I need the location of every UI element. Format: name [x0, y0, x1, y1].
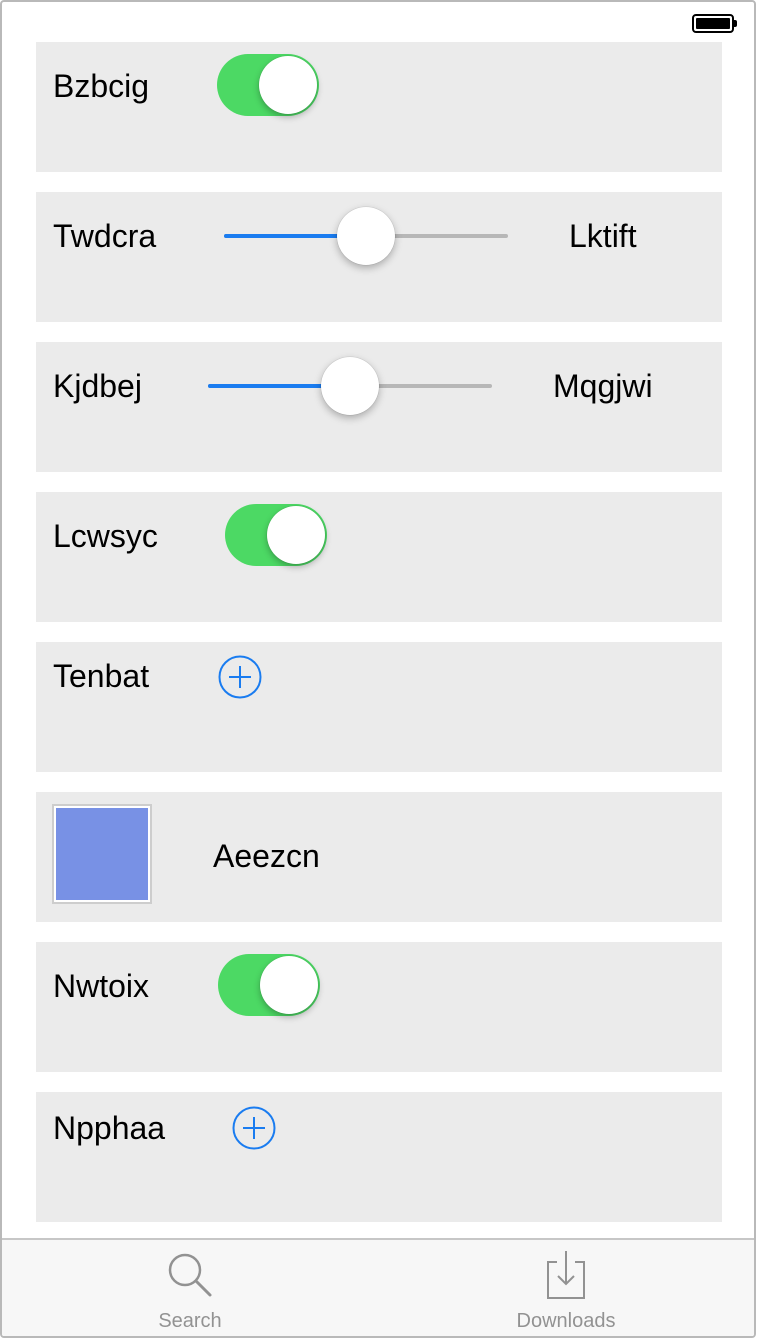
download-icon — [547, 1251, 585, 1299]
row-tenbat: Tenbat — [36, 642, 722, 772]
row-label: Bzbcig — [53, 68, 150, 104]
row-label: Kjdbej — [53, 368, 142, 404]
value-slider[interactable] — [208, 356, 492, 416]
tab-label: Search — [158, 1310, 222, 1332]
tab-search[interactable]: Search — [110, 1240, 270, 1336]
toggle-switch[interactable] — [218, 954, 320, 1016]
row-label: Nwtoix — [53, 968, 150, 1004]
toggle-knob — [259, 56, 317, 114]
row-lcwsyc: Lcwsyc — [36, 492, 722, 622]
row-label: Npphaa — [53, 1110, 166, 1146]
search-icon — [168, 1253, 212, 1297]
row-label: Tenbat — [53, 658, 150, 694]
row-label: Lcwsyc — [53, 518, 158, 554]
toggle-switch[interactable] — [217, 54, 319, 116]
app-screen: Bzbcig Twdcra Lktift Kjdbej Mqgjwi Lcwsy… — [0, 0, 756, 1338]
toggle-switch[interactable] — [225, 504, 327, 566]
row-kjdbej: Kjdbej Mqgjwi — [36, 342, 722, 472]
row-nwtoix: Nwtoix — [36, 942, 722, 1072]
add-circle-icon[interactable] — [218, 655, 262, 699]
row-label: Aeezcn — [213, 838, 320, 874]
value-slider[interactable] — [224, 206, 508, 266]
row-npphaa: Npphaa — [36, 1092, 722, 1222]
row-bzbcig: Bzbcig — [36, 42, 722, 172]
slider-max-label: Mqgjwi — [553, 368, 653, 404]
color-swatch[interactable] — [52, 804, 152, 904]
tab-downloads[interactable]: Downloads — [486, 1240, 646, 1336]
row-aeezcn: Aeezcn — [36, 792, 722, 922]
slider-max-label: Lktift — [569, 218, 637, 254]
tab-bar: Search Downloads — [2, 1238, 754, 1336]
battery-full-icon — [692, 14, 737, 33]
add-circle-icon[interactable] — [232, 1106, 276, 1150]
slider-thumb[interactable] — [321, 357, 379, 415]
row-label: Twdcra — [53, 218, 157, 254]
slider-thumb[interactable] — [337, 207, 395, 265]
toggle-knob — [260, 956, 318, 1014]
row-twdcra: Twdcra Lktift — [36, 192, 722, 322]
tab-label: Downloads — [516, 1310, 616, 1332]
swatch-fill — [56, 808, 148, 900]
toggle-knob — [267, 506, 325, 564]
